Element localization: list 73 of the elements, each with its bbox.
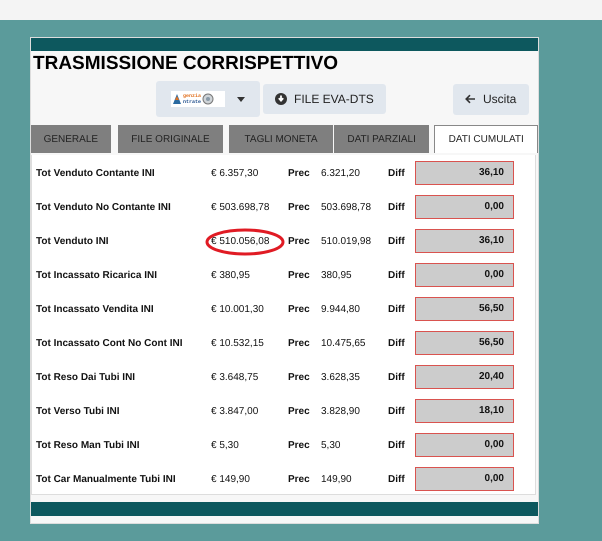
row-label: Tot Reso Dai Tubi INI [36,372,136,382]
prec-label: Prec [288,440,311,450]
amount-value: € 3.847,00 [211,406,258,416]
prec-value: 6.321,20 [321,168,361,178]
prec-value: 9.944,80 [321,304,361,314]
amount-value: € 3.648,75 [211,372,258,382]
diff-field: 56,50 [415,331,514,355]
prec-value: 5,30 [321,440,342,450]
diff-field: 0,00 [415,195,514,219]
prec-label: Prec [288,372,311,382]
back-arrow-icon [465,94,476,104]
exit-button[interactable]: Uscita [453,84,529,114]
download-icon [275,93,287,105]
prec-value: 3.828,90 [321,406,361,416]
diff-label: Diff [388,202,406,212]
emblem-icon [172,93,182,105]
tab[interactable]: FILE ORIGINALE [118,125,224,153]
diff-label: Diff [388,372,406,382]
diff-label: Diff [388,406,406,416]
prec-value: 3.628,35 [321,372,361,382]
download-button[interactable]: FILE EVA-DTS [263,84,386,114]
caret-icon [237,96,245,102]
diff-field: 36,10 [415,229,514,253]
prec-label: Prec [288,202,311,212]
diff-field: 18,10 [415,399,514,423]
diff-field: 36,10 [415,161,514,185]
prec-value: 510.019,98 [321,236,372,246]
amount-value: € 380,95 [211,270,250,280]
diff-label: Diff [388,236,406,246]
amount-value: € 503.698,78 [211,202,270,212]
row-label: Tot Venduto No Contante INI [36,202,172,212]
diff-field: 0,00 [415,467,514,491]
diff-label: Diff [388,168,406,178]
amount-value: € 10.001,30 [211,304,264,314]
amount-value: € 149,90 [211,474,250,484]
page-title: TRASMISSIONE CORRISPETTIVO [33,53,340,75]
seal-icon [202,93,214,105]
diff-label: Diff [388,474,406,484]
tab[interactable]: DATI PARZIALI [334,125,430,153]
amount-value: € 510.056,08 [211,236,270,246]
tab[interactable]: TAGLI MONETA [229,125,333,153]
prec-label: Prec [288,236,311,246]
row-label: Tot Incassato Vendita INI [36,304,155,314]
tab[interactable]: GENERALE [31,125,111,153]
diff-label: Diff [388,304,406,314]
prec-label: Prec [288,270,311,280]
row-label: Tot Reso Man Tubi INI [36,440,141,450]
prec-value: 380,95 [321,270,353,280]
row-label: Tot Verso Tubi INI [36,406,121,416]
prec-value: 149,90 [321,474,353,484]
amount-value: € 10.532,15 [211,338,264,348]
diff-field: 0,00 [415,433,514,457]
prec-label: Prec [288,304,311,314]
diff-label: Diff [388,440,406,450]
row-label: Tot Venduto Contante INI [36,168,156,178]
prec-value: 503.698,78 [321,202,372,212]
row-label: Tot Venduto INI [36,236,110,246]
amount-value: € 6.357,30 [211,168,258,178]
amount-value: € 5,30 [211,440,239,450]
diff-field: 56,50 [415,297,514,321]
row-label: Tot Car Manualmente Tubi INI [36,474,177,484]
prec-label: Prec [288,168,311,178]
prec-label: Prec [288,406,311,416]
row-label: Tot Incassato Ricarica INI [36,270,158,280]
diff-field: 20,40 [415,365,514,389]
prec-label: Prec [288,338,311,348]
tab[interactable]: DATI CUMULATI [434,125,538,153]
row-label: Tot Incassato Cont No Cont INI [36,338,184,348]
prec-label: Prec [288,474,311,484]
diff-field: 0,00 [415,263,514,287]
diff-label: Diff [388,338,406,348]
prec-value: 10.475,65 [321,338,366,348]
diff-label: Diff [388,270,406,280]
